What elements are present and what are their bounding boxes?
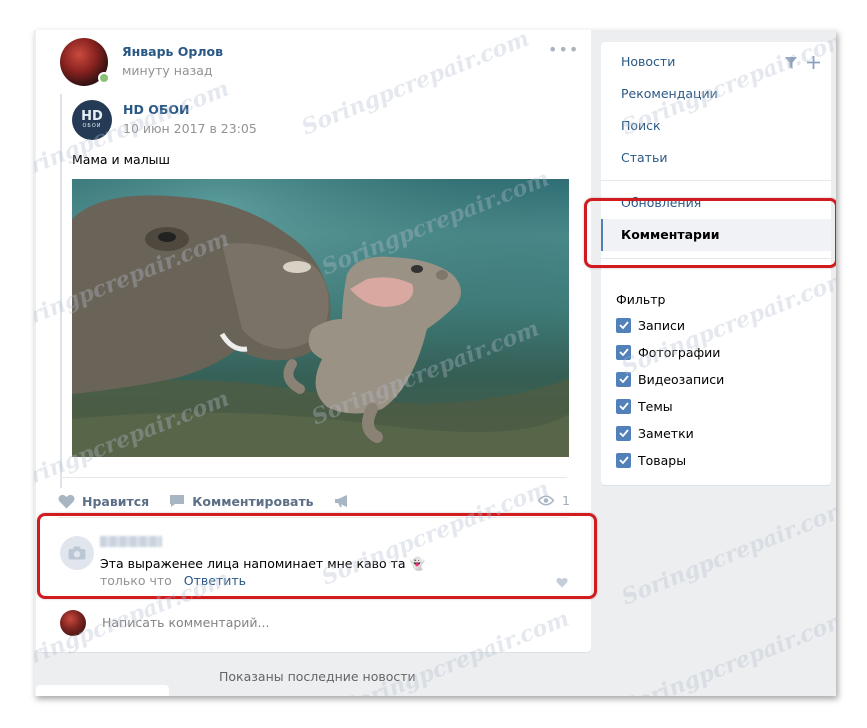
checkmark-icon xyxy=(618,321,629,329)
menu-item-articles[interactable]: Статьи xyxy=(601,142,831,174)
filter-label: Темы xyxy=(638,398,673,414)
filter-item-topics[interactable]: Темы xyxy=(616,398,673,414)
write-comment-input[interactable]: Написать комментарий... xyxy=(102,615,269,630)
filter-item-notes[interactable]: Заметки xyxy=(616,425,694,441)
post-photo[interactable] xyxy=(72,179,569,457)
filter-item-videos[interactable]: Видеозаписи xyxy=(616,371,724,387)
heart-icon xyxy=(58,494,75,508)
filter-item-photos[interactable]: Фотографии xyxy=(616,344,720,360)
menu-item-search[interactable]: Поиск xyxy=(601,110,831,142)
plus-icon[interactable] xyxy=(807,56,820,69)
filter-label: Фотографии xyxy=(638,344,721,360)
repost-avatar-subtext: ОБОИ xyxy=(82,123,102,129)
watermark: Soringpcrepair.com xyxy=(617,495,836,611)
filter-item-goods[interactable]: Товары xyxy=(616,452,686,468)
checkmark-icon xyxy=(618,375,629,383)
post-actions: Нравится Комментировать xyxy=(58,493,377,509)
menu-highlight-box xyxy=(584,198,836,268)
repost-source-name[interactable]: HD ОБОИ xyxy=(123,102,189,117)
filter-label: Записи xyxy=(638,317,685,333)
menu-item-recommendations[interactable]: Рекомендации xyxy=(601,78,831,110)
checkbox-checked[interactable] xyxy=(616,452,631,468)
checkbox-checked[interactable] xyxy=(616,317,631,333)
checkbox-checked[interactable] xyxy=(616,425,631,441)
filter-item-posts[interactable]: Записи xyxy=(616,317,685,333)
eye-icon xyxy=(538,495,554,506)
filter-label: Заметки xyxy=(638,425,694,441)
feed-footer-text: Показаны последние новости xyxy=(219,669,416,684)
menu-divider xyxy=(601,180,831,181)
share-button[interactable] xyxy=(334,494,357,508)
post-divider xyxy=(60,477,567,478)
menu-icons xyxy=(785,56,830,69)
repost-bar xyxy=(60,94,62,488)
watermark: Soringpcrepair.com xyxy=(617,605,836,696)
checkmark-icon xyxy=(618,402,629,410)
comment-bubble-icon xyxy=(170,495,185,507)
comment-label: Комментировать xyxy=(192,493,314,509)
checkbox-checked[interactable] xyxy=(616,344,631,360)
views-count: 1 xyxy=(562,493,570,508)
filter-label: Видеозаписи xyxy=(638,371,725,387)
megaphone-icon xyxy=(334,495,347,507)
filter-icon[interactable] xyxy=(785,56,797,69)
vk-feed-window: Январь Орлов минуту назад ••• HD ОБОИ HD… xyxy=(34,30,836,696)
online-indicator xyxy=(98,72,110,84)
filter-label: Товары xyxy=(638,452,687,468)
checkbox-checked[interactable] xyxy=(616,398,631,414)
post-text: Мама и малыш xyxy=(72,152,170,167)
my-avatar xyxy=(60,610,86,636)
checkmark-icon xyxy=(618,429,629,437)
comment-highlight-box xyxy=(37,513,597,599)
repost-time[interactable]: 10 июн 2017 в 23:05 xyxy=(123,121,257,136)
like-button[interactable]: Нравится xyxy=(58,494,149,509)
feed-post: Январь Орлов минуту назад ••• HD ОБОИ HD… xyxy=(36,30,597,652)
checkmark-icon xyxy=(618,348,629,356)
hippo-photo-illustration xyxy=(72,179,569,457)
comment-button[interactable]: Комментировать xyxy=(169,493,314,509)
author-name-link[interactable]: Январь Орлов xyxy=(122,44,223,59)
views-counter: 1 xyxy=(538,493,570,508)
bottom-card xyxy=(36,685,169,696)
like-label: Нравится xyxy=(82,493,150,509)
more-options-icon[interactable]: ••• xyxy=(548,40,579,59)
post-time[interactable]: минуту назад xyxy=(122,63,213,78)
filter-title: Фильтр xyxy=(616,292,666,307)
repost-avatar[interactable]: HD ОБОИ xyxy=(72,100,112,140)
checkmark-icon xyxy=(618,456,629,464)
checkbox-checked[interactable] xyxy=(616,371,631,387)
